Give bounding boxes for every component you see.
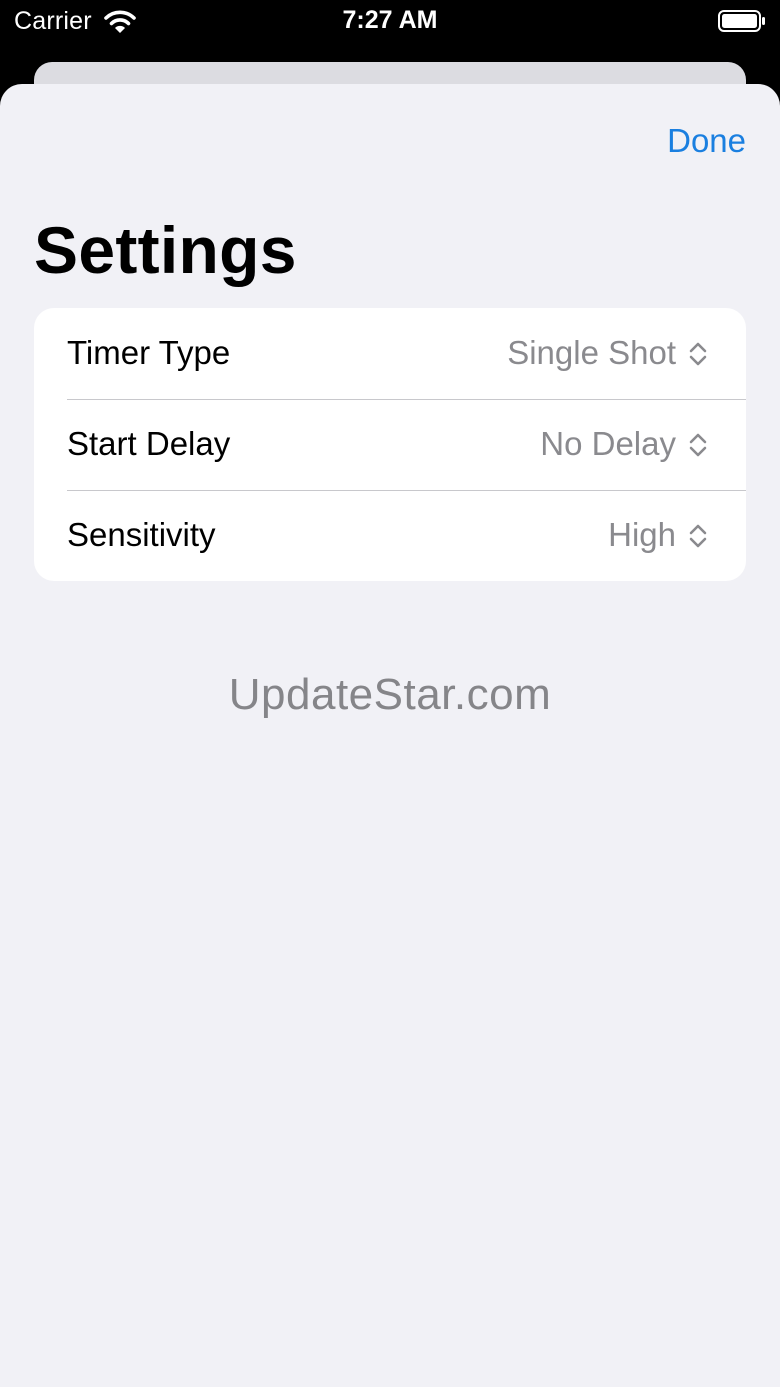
chevron-up-down-icon xyxy=(689,524,707,548)
page-title: Settings xyxy=(34,213,297,287)
sensitivity-row[interactable]: Sensitivity High xyxy=(34,490,746,581)
chevron-up-down-icon xyxy=(689,342,707,366)
sensitivity-label: Sensitivity xyxy=(67,516,216,553)
chevron-up-down-icon xyxy=(689,433,707,457)
timer-type-row[interactable]: Timer Type Single Shot xyxy=(34,308,746,399)
watermark-text: UpdateStar.com xyxy=(228,670,552,719)
timer-type-value: Single Shot xyxy=(507,334,676,371)
battery-icon xyxy=(718,10,765,32)
timer-type-label: Timer Type xyxy=(67,334,231,371)
status-time: 7:27 AM xyxy=(342,6,438,34)
done-button[interactable]: Done xyxy=(667,122,746,160)
start-delay-label: Start Delay xyxy=(67,425,231,462)
settings-sheet: Done Settings Timer Type Single Shot Sta… xyxy=(0,84,780,1387)
start-delay-value: No Delay xyxy=(540,425,676,462)
start-delay-row[interactable]: Start Delay No Delay xyxy=(34,399,746,490)
status-bar: Carrier 7:27 AM xyxy=(0,0,780,44)
sensitivity-value: High xyxy=(608,516,676,553)
settings-list: Timer Type Single Shot Start Delay No De… xyxy=(34,308,746,581)
